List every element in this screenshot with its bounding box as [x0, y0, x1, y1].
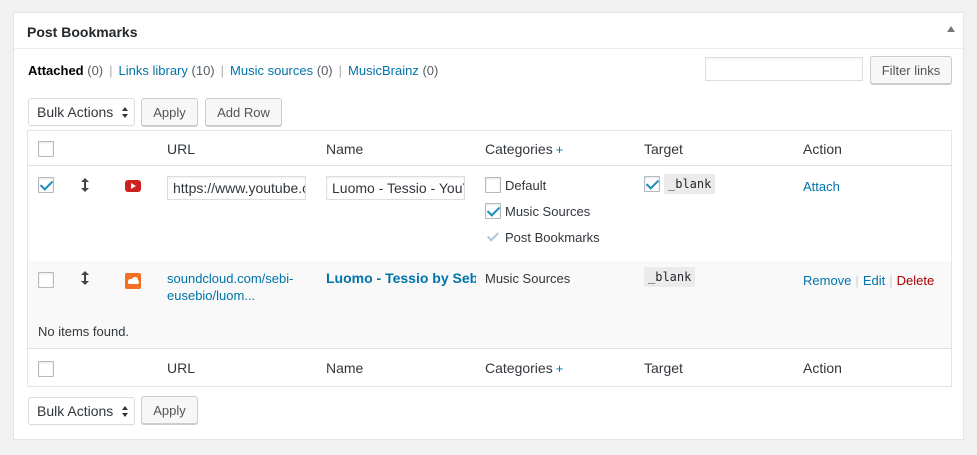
action-separator: | [855, 273, 859, 288]
filter-links-button[interactable]: Filter links [870, 56, 952, 84]
bulk-actions-label: Bulk Actions [37, 104, 114, 120]
select-arrows-icon [122, 106, 130, 120]
add-category-icon[interactable]: + [556, 142, 564, 157]
column-name[interactable]: Name [326, 141, 363, 157]
target-checkbox[interactable] [644, 176, 660, 192]
column-target: Target [644, 141, 683, 157]
row-checkbox[interactable] [38, 177, 54, 193]
url-link[interactable]: soundcloud.com/sebi-eusebio/luom... [167, 270, 293, 304]
url-line-1: soundcloud.com/sebi- [167, 271, 294, 286]
view-links-library[interactable]: Links library [119, 63, 188, 78]
category-music-sources-checkbox[interactable] [485, 203, 501, 219]
column-url-footer[interactable]: URL [167, 360, 195, 376]
add-row-button[interactable]: Add Row [205, 98, 282, 126]
target-value: _blank [644, 267, 696, 287]
view-links-library-count: (10) [191, 63, 215, 78]
edit-link[interactable]: Edit [863, 273, 885, 288]
filter-input[interactable] [705, 57, 863, 81]
column-categories-footer: Categories + [485, 360, 563, 376]
category-music-sources-label: Music Sources [505, 204, 591, 219]
select-all-checkbox[interactable] [38, 141, 54, 157]
column-name-footer[interactable]: Name [326, 360, 363, 376]
categories-text: Music Sources [485, 271, 571, 286]
table-row: soundcloud.com/sebi-eusebio/luom... Luom… [28, 261, 951, 313]
column-target-footer: Target [644, 360, 683, 376]
soundcloud-icon [125, 273, 141, 289]
category-default-checkbox[interactable] [485, 177, 501, 193]
bulk-actions-select-top[interactable]: Bulk Actions [28, 98, 135, 126]
url-input[interactable]: https://www.youtube.com/watch [167, 176, 306, 200]
delete-link[interactable]: Delete [897, 273, 935, 288]
url-line-2: eusebio/luom... [167, 288, 256, 303]
view-music-sources[interactable]: Music sources [230, 63, 313, 78]
select-arrows-icon [122, 405, 130, 419]
drag-handle-icon[interactable] [81, 271, 89, 285]
column-categories-label: Categories [485, 360, 553, 376]
attach-link[interactable]: Attach [803, 179, 840, 194]
view-attached-count: (0) [87, 63, 104, 78]
view-separator: | [220, 63, 225, 78]
panel-title: Post Bookmarks [27, 24, 138, 40]
target-value: _blank [664, 174, 716, 194]
category-default-label: Default [505, 178, 547, 193]
apply-button-bottom[interactable]: Apply [141, 396, 198, 424]
remove-link[interactable]: Remove [803, 273, 851, 288]
column-categories-label: Categories [485, 141, 553, 157]
bulk-actions-label: Bulk Actions [37, 403, 114, 419]
table-row: https://www.youtube.com/watch Luomo - Te… [28, 166, 951, 261]
view-musicbrainz-count: (0) [422, 63, 439, 78]
drag-handle-icon[interactable] [81, 178, 89, 192]
view-separator: | [338, 63, 343, 78]
view-filters: Attached (0) | Links library (10) | Music so… [28, 63, 438, 78]
table-header: URL Name Categories + Target Action [28, 131, 951, 166]
no-items-row: No items found. [28, 313, 951, 349]
bookmarks-table: URL Name Categories + Target Action https… [27, 130, 952, 387]
table-footer: URL Name Categories + Target Action [28, 349, 951, 386]
action-separator: | [889, 273, 893, 288]
no-items-message: No items found. [38, 324, 130, 339]
name-input[interactable]: Luomo - Tessio - YouTube [326, 176, 465, 200]
youtube-icon [125, 180, 141, 192]
panel-header[interactable]: Post Bookmarks [14, 13, 963, 49]
collapse-toggle-icon[interactable] [947, 26, 955, 32]
view-separator: | [109, 63, 113, 78]
column-action: Action [803, 141, 842, 157]
apply-button-top[interactable]: Apply [141, 98, 198, 126]
bulk-actions-select-bottom[interactable]: Bulk Actions [28, 397, 135, 425]
view-music-sources-count: (0) [316, 63, 333, 78]
row-actions: Remove | Edit | Delete [803, 273, 934, 288]
category-post-bookmarks-check-icon [485, 229, 501, 245]
column-action-footer: Action [803, 360, 842, 376]
row-checkbox[interactable] [38, 272, 54, 288]
column-url[interactable]: URL [167, 141, 195, 157]
column-categories: Categories + [485, 141, 563, 157]
post-bookmarks-panel: Post Bookmarks Attached (0) | Links librar… [13, 12, 964, 440]
bookmark-name-link[interactable]: Luomo - Tessio by Sebi [326, 270, 476, 286]
select-all-checkbox-footer[interactable] [38, 361, 54, 377]
view-attached[interactable]: Attached [28, 63, 84, 78]
view-musicbrainz[interactable]: MusicBrainz [348, 63, 419, 78]
add-category-icon[interactable]: + [556, 361, 564, 376]
category-post-bookmarks-label: Post Bookmarks [505, 230, 600, 245]
